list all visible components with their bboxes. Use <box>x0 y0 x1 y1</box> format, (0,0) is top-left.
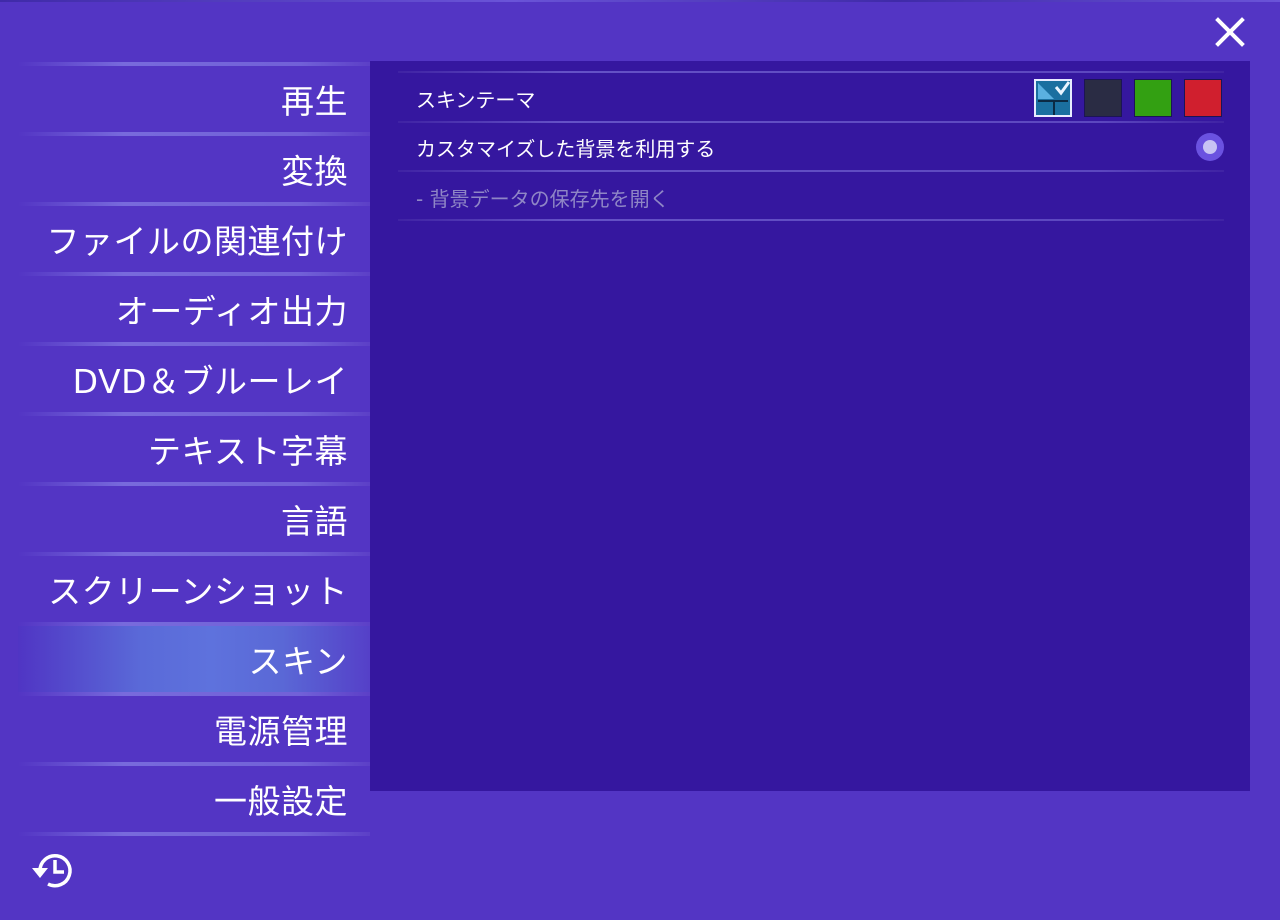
swatch-dark[interactable] <box>1084 79 1122 117</box>
sidebar-item-label: 再生 <box>281 82 348 121</box>
sidebar-item-file-association[interactable]: ファイルの関連付け <box>18 206 370 272</box>
sidebar-item-audio-output[interactable]: オーディオ出力 <box>18 276 370 342</box>
row-divider <box>398 71 1224 73</box>
sidebar-divider <box>18 832 370 836</box>
sidebar-item-language[interactable]: 言語 <box>18 486 370 552</box>
sidebar-item-label: ファイルの関連付け <box>46 222 348 261</box>
title-strip <box>0 0 1280 2</box>
open-background-folder-link[interactable]: - 背景データの保存先を開く <box>398 183 670 212</box>
skin-theme-row: スキンテーマ <box>398 74 1224 122</box>
sidebar-item-label: 変換 <box>281 152 348 191</box>
sidebar-item-skin[interactable]: スキン <box>18 626 370 692</box>
sidebar-item-screenshot[interactable]: スクリーンショット <box>18 556 370 622</box>
check-icon <box>1038 81 1070 115</box>
swatch-red[interactable] <box>1184 79 1222 117</box>
toggle-knob <box>1203 140 1217 154</box>
close-button[interactable] <box>1208 12 1252 52</box>
sidebar-item-power-management[interactable]: 電源管理 <box>18 696 370 762</box>
custom-background-row: カスタマイズした背景を利用する <box>398 123 1224 171</box>
settings-window: 再生 変換 ファイルの関連付け オーディオ出力 DVD＆ブルーレイ テキスト字幕… <box>0 0 1280 920</box>
sidebar-item-label: 一般設定 <box>214 782 348 821</box>
swatch-blue[interactable] <box>1034 79 1072 117</box>
sidebar-item-label: DVD＆ブルーレイ <box>72 362 348 401</box>
row-divider <box>398 170 1224 172</box>
settings-sidebar: 再生 変換 ファイルの関連付け オーディオ出力 DVD＆ブルーレイ テキスト字幕… <box>18 62 370 836</box>
sidebar-item-label: オーディオ出力 <box>115 292 348 331</box>
custom-background-label: カスタマイズした背景を利用する <box>416 136 716 161</box>
close-icon <box>1215 17 1245 47</box>
skin-settings-panel: スキンテーマ カスタマイズした背景を利用する - 背景データの保存先を開く <box>370 61 1250 791</box>
sidebar-item-playback[interactable]: 再生 <box>18 66 370 132</box>
sidebar-item-general-settings[interactable]: 一般設定 <box>18 766 370 832</box>
sidebar-item-dvd-bluray[interactable]: DVD＆ブルーレイ <box>18 346 370 412</box>
row-divider <box>398 219 1224 221</box>
skin-theme-label: スキンテーマ <box>416 87 536 112</box>
sidebar-item-text-subtitles[interactable]: テキスト字幕 <box>18 416 370 482</box>
open-background-folder-row: - 背景データの保存先を開く <box>398 173 1224 221</box>
custom-background-toggle[interactable] <box>1196 133 1224 161</box>
sidebar-item-conversion[interactable]: 変換 <box>18 136 370 202</box>
sidebar-item-label: スキン <box>248 642 348 681</box>
sidebar-item-label: 言語 <box>281 502 348 541</box>
sidebar-item-label: テキスト字幕 <box>147 432 348 471</box>
restore-defaults-button[interactable] <box>28 848 78 894</box>
history-restore-icon <box>32 854 72 888</box>
sidebar-item-label: スクリーンショット <box>48 572 348 611</box>
skin-theme-swatches <box>1034 79 1222 117</box>
swatch-green[interactable] <box>1134 79 1172 117</box>
sidebar-item-label: 電源管理 <box>214 712 348 751</box>
